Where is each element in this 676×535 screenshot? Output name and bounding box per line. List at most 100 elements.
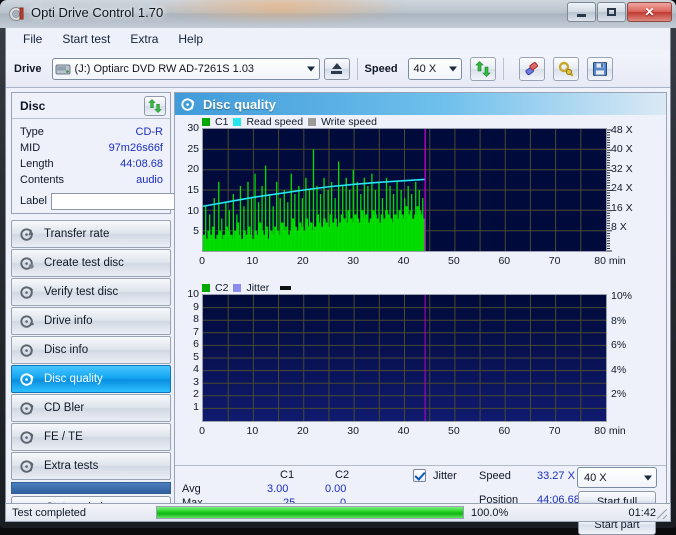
- menu-item-file[interactable]: File: [14, 29, 51, 49]
- disc-verify-icon: [20, 285, 33, 299]
- menu-item-extra[interactable]: Extra: [121, 29, 167, 49]
- legend-swatch-c2: [202, 284, 210, 292]
- maximize-button[interactable]: [597, 2, 626, 22]
- c1-xtick: 0: [199, 255, 205, 267]
- c1-y2tick: 48 X: [611, 124, 633, 136]
- disc-label-caption: Label: [20, 195, 47, 207]
- c1-plot[interactable]: [202, 128, 607, 252]
- speed-select[interactable]: 40 X: [407, 57, 462, 80]
- jitter-label: Jitter: [433, 470, 457, 482]
- sidebar-item-verify-test-disc[interactable]: Verify test disc: [11, 278, 171, 306]
- toolbar: Drive (J:) Optiarc DVD RW AD-7261S 1.03 …: [6, 50, 670, 88]
- c2-y2tick: 2%: [611, 388, 627, 401]
- c2-legend: C2 Jitter: [175, 282, 666, 294]
- c2-plot[interactable]: [202, 294, 607, 422]
- refresh-icon: [148, 98, 162, 113]
- sidebar-nav: Transfer rate Create test disc Verify te…: [11, 220, 171, 494]
- sidebar-item-label: Verify test disc: [44, 286, 119, 298]
- c1-y2tick: 32 X: [611, 162, 633, 175]
- save-button[interactable]: [586, 56, 613, 81]
- test-speed-select[interactable]: 40 X: [577, 467, 657, 488]
- c2-ytick: 10: [187, 288, 199, 300]
- drive-label: Drive: [14, 62, 42, 75]
- sidebar-item-extra-tests[interactable]: Extra tests: [11, 452, 171, 480]
- disc-info-icon: [20, 343, 33, 357]
- toolbar-separator: [356, 57, 358, 80]
- disc-row-mid: MID 97m26s66f: [20, 140, 163, 156]
- c2-y2tick: 8%: [611, 314, 627, 327]
- title-bar: Opti Drive Control 1.70 ✕: [0, 0, 676, 28]
- cd-bler-icon: [20, 401, 34, 415]
- extra-tests-icon: [20, 459, 34, 473]
- test-speed-value: 40 X: [584, 471, 607, 484]
- left-panel: Disc Type CD-R MID 97m26s66f Length 44:0…: [11, 92, 254, 517]
- c1-ytick: 15: [187, 184, 199, 196]
- sidebar-item-label: Disc info: [44, 344, 89, 356]
- disc-test-icon: [20, 227, 34, 241]
- eraser-button[interactable]: [518, 56, 545, 81]
- legend-swatch-jitter: [233, 284, 242, 292]
- c1-y2tick: 24 X: [611, 182, 633, 194]
- window-title: Opti Drive Control 1.70: [31, 5, 164, 20]
- menu-item-start-test[interactable]: Start test: [53, 29, 119, 49]
- stats-avg-c1: 3.00: [267, 483, 289, 495]
- c2-plot-svg: [203, 295, 606, 421]
- c2-xtick: 50: [448, 425, 460, 437]
- sidebar-item-fe-te[interactable]: FE / TE: [11, 423, 171, 451]
- c1-xtick: 70: [548, 255, 561, 267]
- sidebar-item-transfer-rate[interactable]: Transfer rate: [11, 220, 171, 248]
- c2-ytick: 5: [193, 350, 199, 363]
- chevron-down-icon: [644, 475, 652, 480]
- disc-refresh-button[interactable]: [144, 95, 166, 116]
- minimize-icon: [577, 13, 586, 17]
- close-button[interactable]: ✕: [627, 2, 672, 22]
- c2-y2tick: 10%: [611, 290, 633, 302]
- c2-xtick: 80 min: [594, 425, 626, 437]
- eject-button[interactable]: [323, 57, 350, 80]
- sidebar-item-disc-quality[interactable]: Disc quality: [11, 365, 171, 393]
- c2-y-axis: 10 9 8 7 6 5 4 3 2 1: [175, 288, 199, 422]
- drive-select[interactable]: (J:) Optiarc DVD RW AD-7261S 1.03: [51, 57, 320, 80]
- disc-contents-value: audio: [136, 174, 163, 186]
- c2-y2-axis: 10% 8% 6% 4% 2%: [611, 290, 661, 422]
- stats-col-header-c2: C2: [335, 469, 350, 481]
- toolbar-separator-2: [502, 57, 504, 80]
- menu-item-help[interactable]: Help: [169, 29, 212, 49]
- c2-xtick: 70: [548, 425, 561, 437]
- disc-box-header: Disc: [12, 93, 170, 119]
- resize-grip-icon[interactable]: [657, 509, 667, 519]
- c1-xtick: 80 min: [594, 255, 626, 267]
- menu-bar: File Start test Extra Help: [6, 28, 670, 50]
- eject-icon: [331, 63, 342, 69]
- legend-label-write-speed: Write speed: [321, 116, 377, 128]
- c2-ytick: 2: [193, 388, 199, 400]
- disc-row-contents: Contents audio: [20, 172, 163, 188]
- chevron-down-icon: [448, 66, 457, 71]
- c2-xtick: 0: [199, 425, 205, 437]
- c1-ytick: 25: [187, 142, 199, 155]
- legend-label-read-speed: Read speed: [246, 116, 304, 128]
- sidebar-item-create-test-disc[interactable]: Create test disc: [11, 249, 171, 277]
- fe-te-icon: [20, 430, 34, 444]
- sidebar-item-label: FE / TE: [44, 431, 83, 443]
- jitter-checkbox[interactable]: [413, 469, 426, 482]
- sidebar-item-drive-info[interactable]: Drive info: [11, 307, 171, 335]
- c2-ytick: 9: [193, 300, 199, 313]
- c2-xtick: 30: [347, 425, 359, 437]
- charts-area: C1 Read speed Write speed 30 25 20 15 10…: [175, 115, 666, 442]
- sidebar-item-disc-info[interactable]: Disc info: [11, 336, 171, 364]
- minimize-button[interactable]: [567, 2, 596, 22]
- disc-label-row: Label: [20, 191, 254, 211]
- settings-button[interactable]: [552, 56, 579, 81]
- disc-row-type: Type CD-R: [20, 124, 163, 140]
- c1-y2tick: 40 X: [611, 143, 633, 155]
- settings-icon: [558, 61, 573, 76]
- sidebar-item-cd-bler[interactable]: CD Bler: [11, 394, 171, 422]
- legend-swatch-write-speed: [308, 118, 317, 126]
- refresh-button[interactable]: [469, 56, 496, 81]
- c2-xtick: 60: [498, 425, 511, 437]
- stats-avg-c2: 0.00: [325, 483, 347, 495]
- c2-xtick: 20: [296, 425, 309, 437]
- c1-y-axis: 30 25 20 15 10 5: [175, 122, 199, 252]
- progress-fill: [157, 507, 463, 518]
